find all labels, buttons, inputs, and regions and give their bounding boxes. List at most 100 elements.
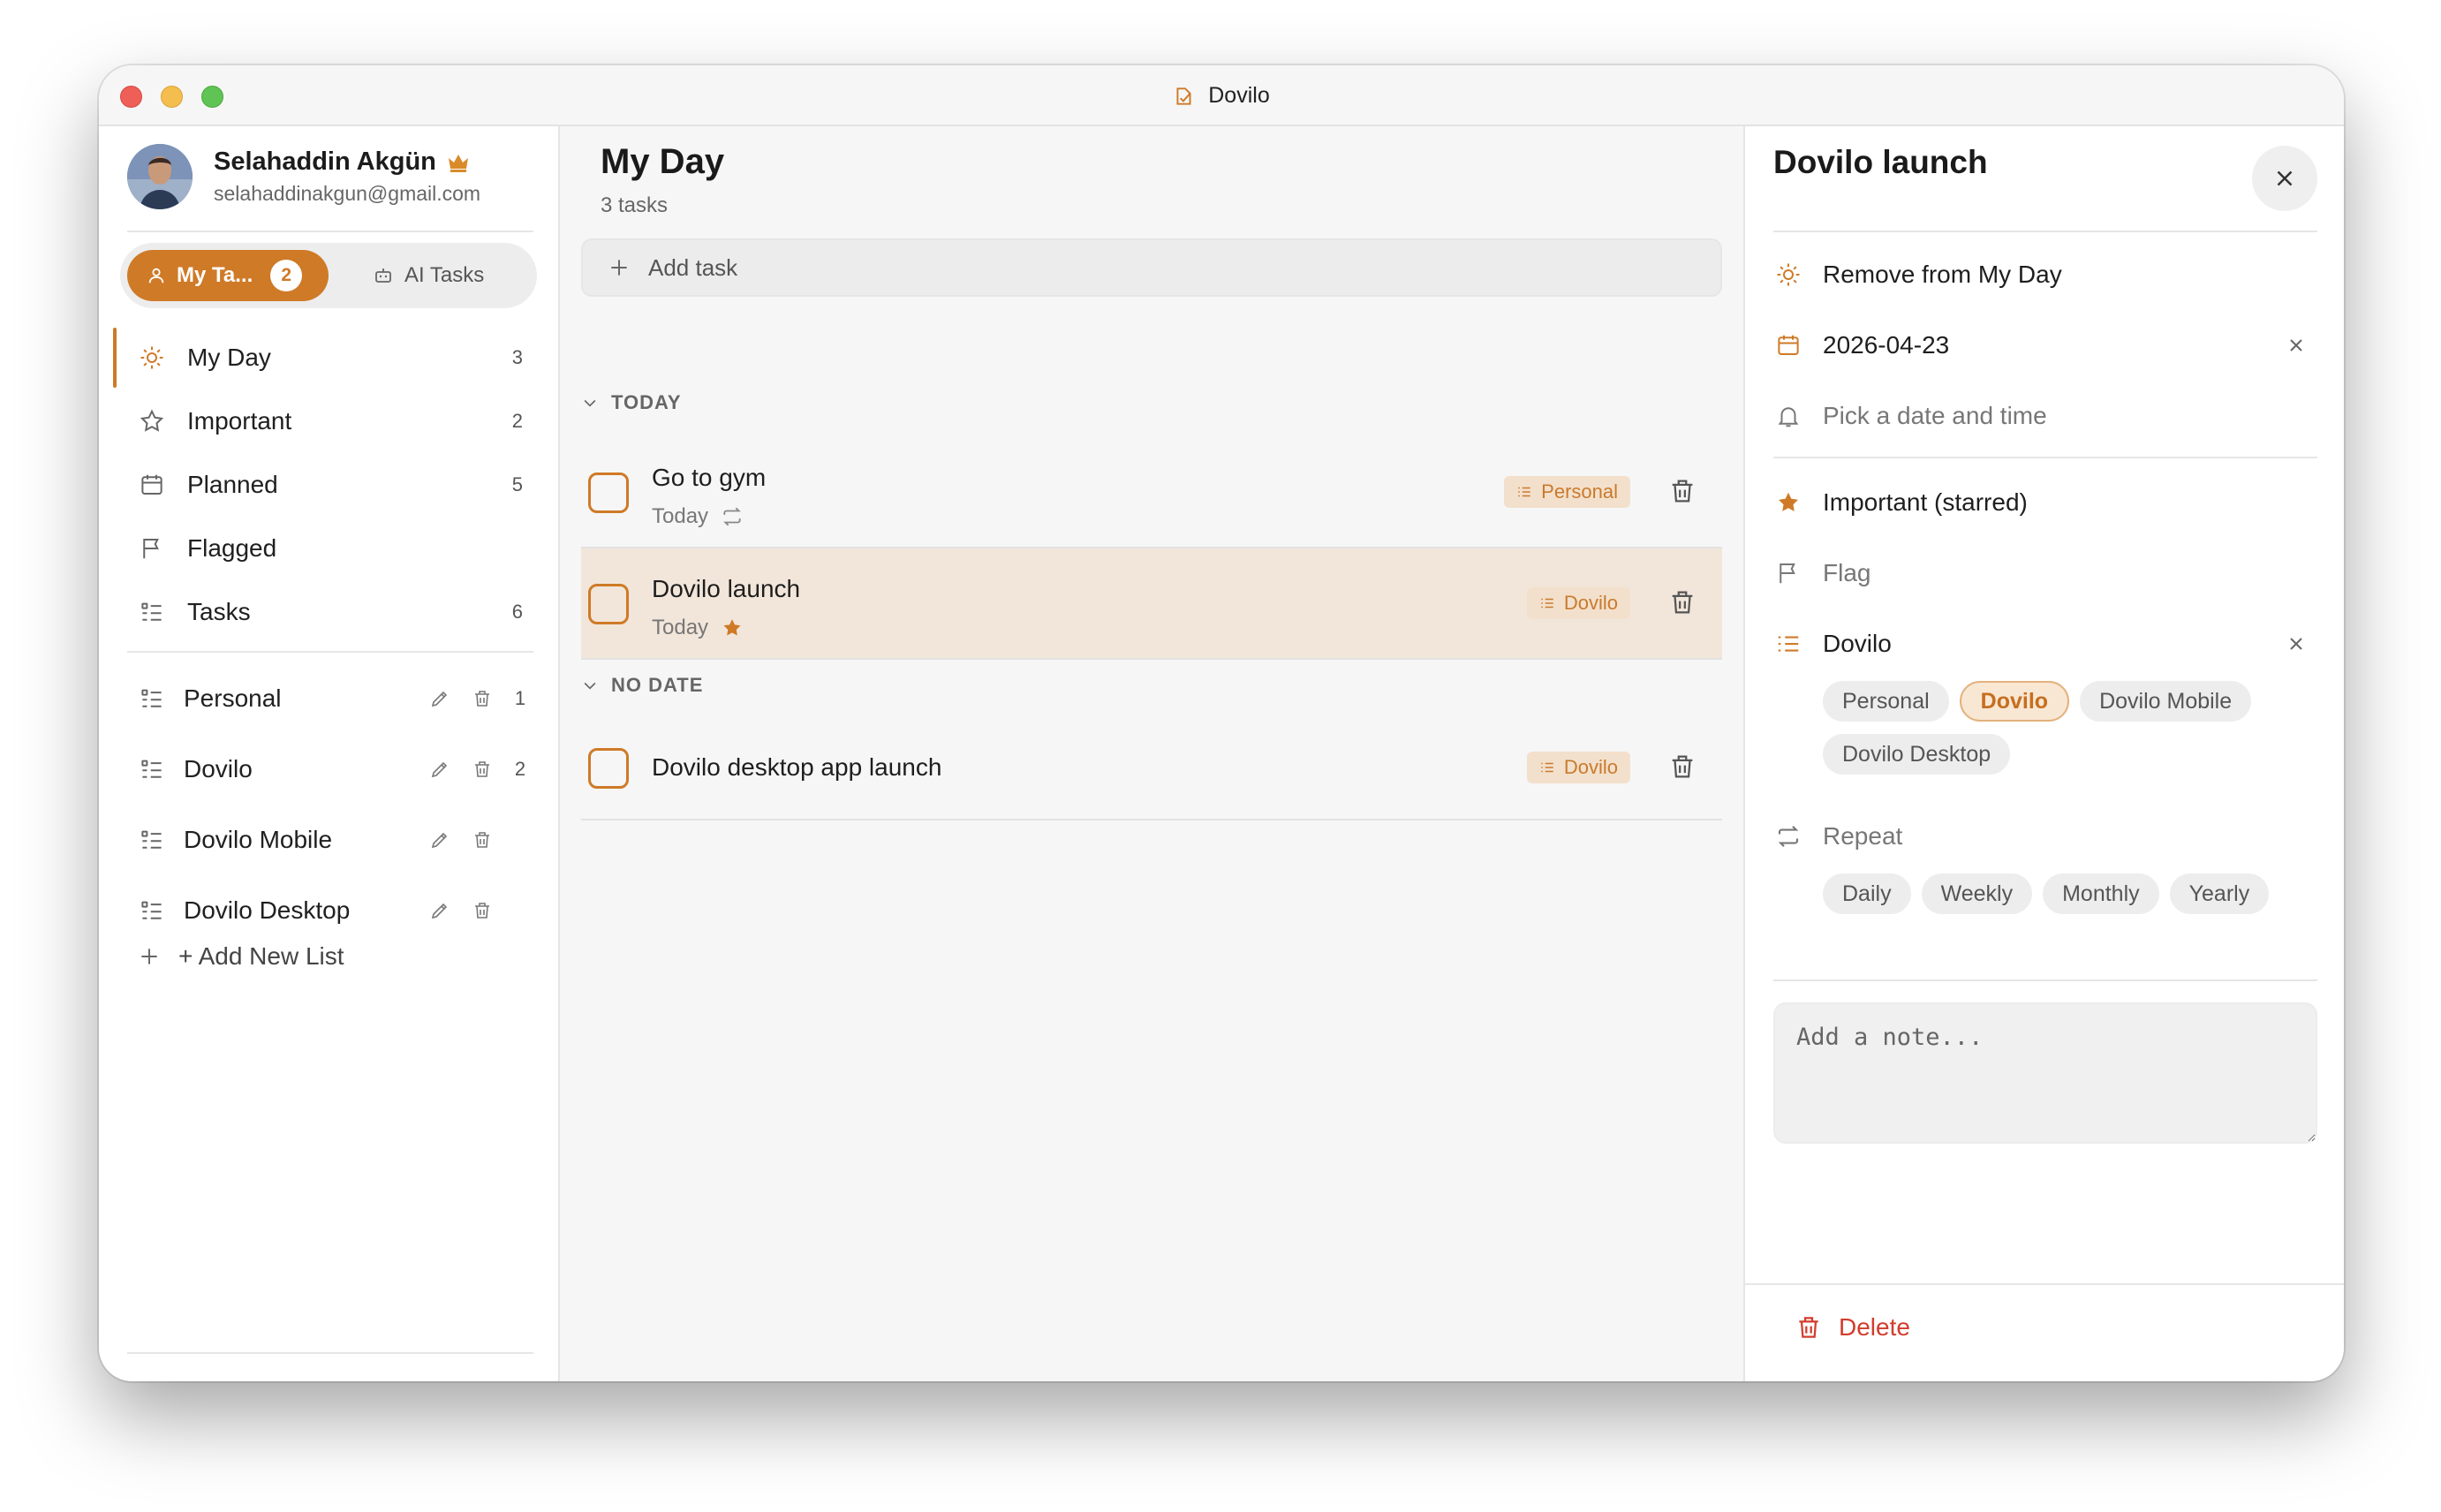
- delete-task-button[interactable]: Delete: [1795, 1313, 1910, 1342]
- task-checkbox[interactable]: [588, 472, 629, 513]
- task-row-selected[interactable]: Dovilo launch Today Dovilo: [581, 548, 1722, 660]
- edit-icon[interactable]: [429, 759, 450, 780]
- repeat-field[interactable]: Repeat: [1773, 810, 2317, 863]
- sidebar-item-dovilo[interactable]: Dovilo 2: [113, 734, 544, 805]
- divider: [127, 231, 533, 232]
- due-date-field[interactable]: 2026-04-23: [1773, 319, 2317, 372]
- item-count: 2: [514, 758, 526, 780]
- clear-list-icon[interactable]: [2286, 633, 2307, 654]
- task-title: Dovilo launch: [652, 575, 801, 602]
- section-no-date[interactable]: NO DATE: [581, 674, 703, 697]
- edit-icon[interactable]: [429, 900, 450, 921]
- list-value: Dovilo: [1823, 630, 1892, 657]
- add-task-label: Add task: [648, 253, 738, 281]
- sidebar-item-my-day[interactable]: My Day 3: [113, 326, 544, 389]
- task-detail-pane: Dovilo launch Remove from My Day 2026-04…: [1743, 126, 2344, 1381]
- close-detail-button[interactable]: [2252, 146, 2317, 211]
- trash-icon[interactable]: [472, 900, 493, 921]
- plus-icon: [138, 945, 161, 968]
- list-icon: [1539, 595, 1555, 611]
- sidebar-item-personal[interactable]: Personal 1: [113, 663, 544, 734]
- window-title: Dovilo: [1208, 83, 1270, 108]
- user-profile[interactable]: Selahaddin Akgün selahaddinakgun@gmail.c…: [127, 144, 480, 209]
- sidebar-item-label: Personal: [184, 684, 282, 712]
- reminder-field[interactable]: Pick a date and time: [1773, 389, 2317, 442]
- add-new-list-button[interactable]: + Add New List: [138, 942, 344, 971]
- note-input[interactable]: [1773, 1002, 2317, 1144]
- task-checkbox[interactable]: [588, 748, 629, 789]
- due-label: Today: [652, 504, 709, 528]
- list-field[interactable]: Dovilo: [1773, 617, 2317, 670]
- flag-icon: [138, 534, 166, 563]
- repeat-chip-yearly[interactable]: Yearly: [2169, 873, 2270, 914]
- custom-lists: Personal 1 Dovilo 2 Dovilo Mobile Dovilo…: [113, 663, 544, 946]
- logout-icon[interactable]: [198, 1380, 230, 1381]
- list-options: Personal Dovilo Dovilo Mobile Dovilo Des…: [1823, 681, 2300, 775]
- repeat-chip-monthly[interactable]: Monthly: [2043, 873, 2159, 914]
- task-row[interactable]: Dovilo desktop app launch Dovilo: [581, 716, 1722, 820]
- tab-ai-tasks[interactable]: AI Tasks: [373, 250, 484, 301]
- trash-icon[interactable]: [1667, 587, 1697, 617]
- list-chip-personal[interactable]: Personal: [1823, 681, 1949, 722]
- sidebar-item-dovilo-mobile[interactable]: Dovilo Mobile: [113, 805, 544, 875]
- sidebar-item-label: Tasks: [187, 598, 251, 625]
- sun-icon: [138, 344, 166, 372]
- page-title: My Day: [601, 142, 725, 181]
- task-meta: Today: [652, 504, 744, 529]
- sidebar-item-tasks[interactable]: Tasks 6: [113, 580, 544, 644]
- star-icon: [138, 407, 166, 435]
- trash-icon[interactable]: [472, 829, 493, 850]
- sidebar-item-flagged[interactable]: Flagged: [113, 517, 544, 580]
- close-icon: [2271, 165, 2298, 192]
- trash-icon[interactable]: [472, 688, 493, 709]
- list-tag: Dovilo: [1526, 587, 1630, 619]
- divider: [127, 1352, 533, 1354]
- gear-icon[interactable]: [127, 1380, 159, 1381]
- task-checkbox[interactable]: [588, 584, 629, 624]
- count-badge: 2: [270, 260, 303, 291]
- main-pane: My Day 3 tasks Add task TODAY Go to gym …: [560, 126, 1743, 1381]
- important-toggle[interactable]: Important (starred): [1773, 476, 2317, 529]
- calendar-icon: [138, 471, 166, 499]
- list-icon: [138, 684, 166, 713]
- tab-label: AI Tasks: [404, 263, 485, 287]
- my-day-label: Remove from My Day: [1823, 261, 2062, 288]
- flag-toggle[interactable]: Flag: [1773, 547, 2317, 600]
- sidebar-item-planned[interactable]: Planned 5: [113, 453, 544, 517]
- task-meta: Today: [652, 616, 744, 640]
- sidebar-item-dovilo-desktop[interactable]: Dovilo Desktop: [113, 875, 544, 946]
- divider: [127, 651, 533, 653]
- person-icon: [147, 266, 166, 285]
- trash-icon[interactable]: [472, 759, 493, 780]
- tag-label: Dovilo: [1563, 756, 1618, 778]
- avatar: [127, 144, 193, 209]
- bell-icon: [1773, 401, 1803, 431]
- trash-icon[interactable]: [1667, 752, 1697, 782]
- robot-icon: [373, 265, 394, 286]
- edit-icon[interactable]: [429, 688, 450, 709]
- repeat-icon: [1773, 821, 1803, 851]
- star-icon: [721, 616, 744, 639]
- app-logo-icon: [1173, 85, 1196, 108]
- my-day-toggle[interactable]: Remove from My Day: [1773, 248, 2317, 301]
- sidebar-item-important[interactable]: Important 2: [113, 389, 544, 453]
- sidebar-item-label: Dovilo Desktop: [184, 896, 351, 924]
- list-chip-dovilo-desktop[interactable]: Dovilo Desktop: [1823, 734, 2011, 775]
- detail-title[interactable]: Dovilo launch: [1773, 144, 1988, 181]
- trash-icon[interactable]: [1667, 476, 1697, 506]
- sidebar: Selahaddin Akgün selahaddinakgun@gmail.c…: [99, 126, 560, 1381]
- list-chip-dovilo-mobile[interactable]: Dovilo Mobile: [2080, 681, 2252, 722]
- list-chip-dovilo[interactable]: Dovilo: [1959, 681, 2070, 722]
- repeat-chip-weekly[interactable]: Weekly: [1921, 873, 2033, 914]
- reminder-placeholder: Pick a date and time: [1823, 402, 2047, 429]
- section-today[interactable]: TODAY: [581, 391, 682, 414]
- edit-icon[interactable]: [429, 829, 450, 850]
- plus-icon: [608, 256, 631, 279]
- repeat-chip-daily[interactable]: Daily: [1823, 873, 1911, 914]
- task-row[interactable]: Go to gym Today Personal: [581, 437, 1722, 548]
- add-task-input[interactable]: Add task: [581, 238, 1722, 297]
- clear-date-icon[interactable]: [2286, 335, 2307, 356]
- tab-my-tasks[interactable]: My Ta... 2: [127, 250, 329, 301]
- due-label: Today: [652, 616, 709, 639]
- repeat-label: Repeat: [1823, 822, 1903, 850]
